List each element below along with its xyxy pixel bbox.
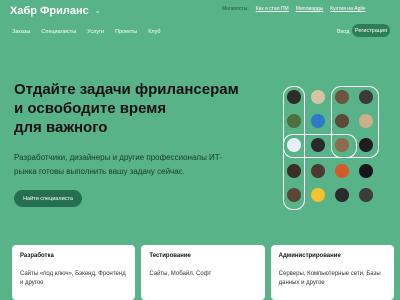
freelancer-avatar[interactable]: [311, 90, 325, 104]
megaposts-bar: Мегапосты: Как я стал ПМ Миллиарды Кухти…: [222, 6, 365, 12]
hero-title-line-1: Отдайте задачи фрилансерам: [14, 81, 239, 98]
category-card-testing[interactable]: Тестирование Сайты, Мобайл, Софт: [141, 245, 265, 300]
category-card-development[interactable]: Разработка Сайты «под ключ», Бэкенд, Фро…: [12, 245, 136, 300]
brand-logo[interactable]: Хабр Фриланс ⌄: [10, 5, 101, 17]
hero-subtitle: Разработчики, дизайнеры и другие професс…: [14, 151, 264, 179]
freelancer-avatar[interactable]: [335, 114, 349, 128]
freelancer-avatar[interactable]: [287, 114, 301, 128]
card-text: Серверы, Компьютерные сети, Базы данных …: [278, 271, 381, 286]
hero-title-line-3: для важного: [14, 119, 108, 136]
freelancer-avatar[interactable]: [359, 164, 373, 178]
freelancer-avatar[interactable]: [335, 164, 349, 178]
hero-title: Отдайте задачи фрилансерам и освободите …: [14, 80, 254, 137]
freelancer-avatar[interactable]: [335, 90, 349, 104]
freelancer-avatar[interactable]: [287, 188, 301, 202]
hero-subtitle-line-2: рынка готовы выполнить вашу задачу сейча…: [14, 167, 185, 176]
card-text: Сайты «под ключ», Бэкенд, Фронтенд и дру…: [20, 271, 126, 286]
megapost-link-3[interactable]: Кухтия на Agile: [330, 6, 365, 12]
find-specialist-button[interactable]: Найти специалиста: [14, 190, 82, 207]
brand-name[interactable]: Хабр Фриланс: [10, 5, 89, 17]
category-card-administration[interactable]: Администрирование Серверы, Компьютерные …: [270, 245, 394, 300]
nav-item-orders[interactable]: Заказы: [12, 29, 30, 35]
top-bar: Хабр Фриланс ⌄ Мегапосты: Как я стал ПМ …: [0, 0, 400, 22]
freelancer-avatar[interactable]: [359, 138, 373, 152]
card-title: Разработка: [20, 253, 54, 259]
signup-button[interactable]: Регистрация: [352, 24, 390, 37]
hero-subtitle-line-1: Разработчики, дизайнеры и другие професс…: [14, 153, 223, 162]
freelancer-avatar[interactable]: [335, 188, 349, 202]
freelancer-avatar[interactable]: [359, 188, 373, 202]
megaposts-label: Мегапосты:: [222, 6, 249, 12]
freelancer-avatar[interactable]: [335, 138, 349, 152]
hero-title-line-2: и освободите время: [14, 100, 167, 117]
nav-item-projects[interactable]: Проекты: [115, 29, 137, 35]
freelancer-avatar[interactable]: [359, 90, 373, 104]
card-text: Сайты, Мобайл, Софт: [149, 271, 212, 277]
nav-item-club[interactable]: Клуб: [148, 29, 160, 35]
freelancer-avatar[interactable]: [311, 188, 325, 202]
login-link[interactable]: Вход: [337, 29, 349, 35]
freelancer-avatar[interactable]: [311, 114, 325, 128]
nav-item-specialists[interactable]: Специалисты: [41, 29, 76, 35]
freelancer-avatar-grid: [283, 86, 379, 210]
freelancer-avatar[interactable]: [311, 138, 325, 152]
nav-item-services[interactable]: Услуги: [87, 29, 104, 35]
card-title: Администрирование: [278, 253, 341, 259]
freelancer-avatar[interactable]: [287, 90, 301, 104]
megapost-link-1[interactable]: Как я стал ПМ: [256, 6, 289, 12]
chevron-down-icon[interactable]: ⌄: [95, 7, 101, 15]
megapost-link-2[interactable]: Миллиарды: [296, 6, 324, 12]
category-cards: Разработка Сайты «под ключ», Бэкенд, Фро…: [12, 245, 394, 300]
freelancer-avatar[interactable]: [359, 114, 373, 128]
card-title: Тестирование: [149, 253, 191, 259]
freelancer-avatar[interactable]: [287, 138, 301, 152]
freelancer-avatar[interactable]: [287, 164, 301, 178]
freelancer-avatar[interactable]: [311, 164, 325, 178]
